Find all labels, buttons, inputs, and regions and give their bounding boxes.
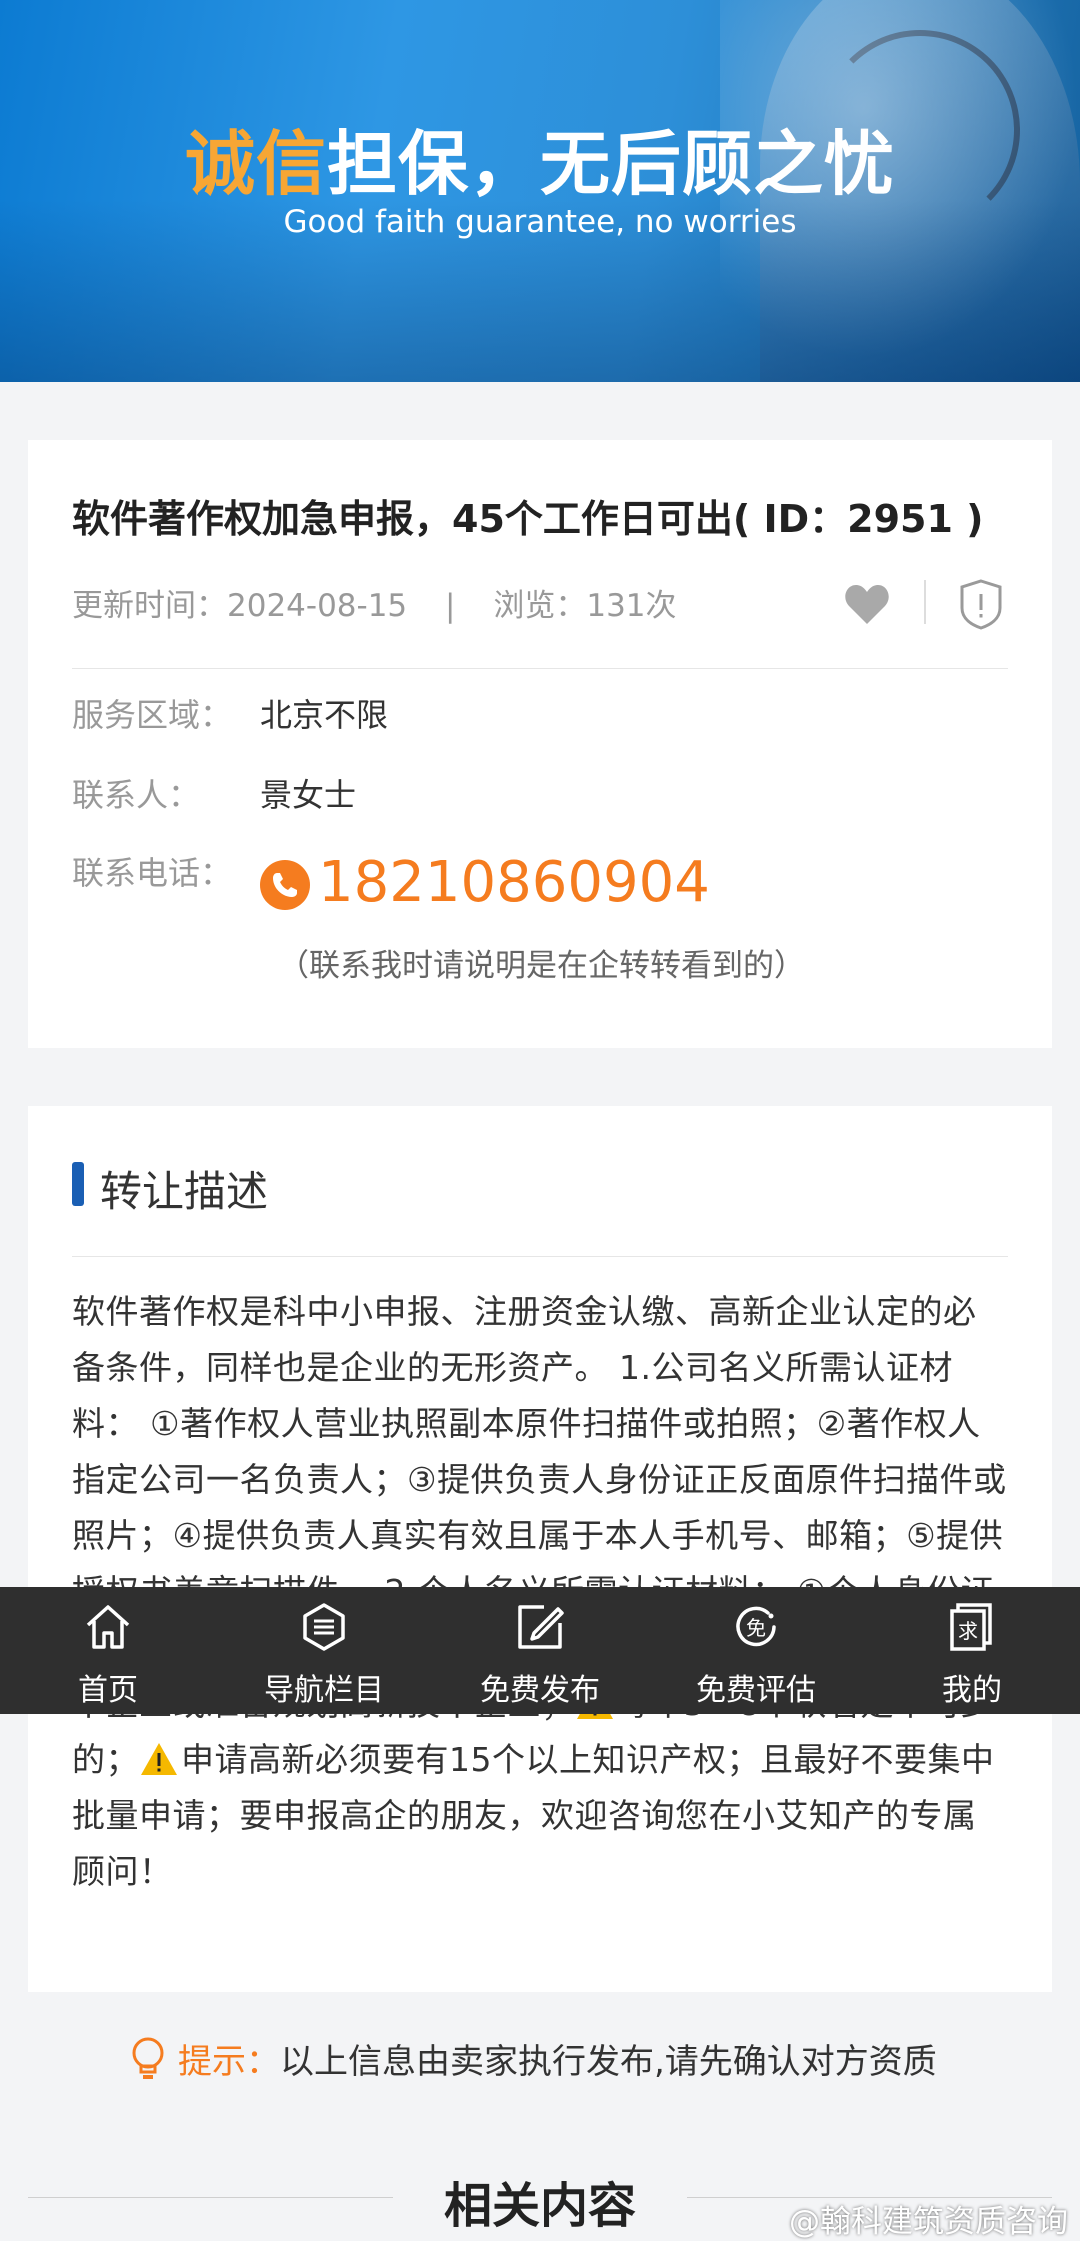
- free-icon: 免: [736, 1606, 776, 1647]
- hero-banner: 诚信担保，无后顾之忧 Good faith guarantee, no worr…: [0, 0, 1080, 382]
- user-icon: 求: [950, 1603, 992, 1651]
- tip-notice: 提示：以上信息由卖家执行发布,请先确认对方资质: [178, 2034, 937, 2083]
- banner-title-highlight: 诚信: [185, 123, 327, 205]
- heart-icon[interactable]: [843, 582, 891, 626]
- listing-meta: 更新时间：2024-08-15 | 浏览：131次: [72, 580, 677, 625]
- nav-publish-label: 免费发布: [480, 1673, 600, 1708]
- nav-categories-label: 导航栏目: [264, 1673, 384, 1708]
- listing-card: 软件著作权加急申报，45个工作日可出( ID：2951 ) 更新时间：2024-…: [28, 440, 1052, 1048]
- icon-divider: [924, 580, 926, 624]
- banner-title: 诚信担保，无后顾之忧: [0, 108, 1080, 209]
- tip-label: 提示：: [178, 2042, 280, 2082]
- report-shield-icon[interactable]: [958, 578, 1004, 630]
- region-label: 服务区域：: [72, 696, 233, 734]
- update-label: 更新时间：: [72, 588, 227, 624]
- nav-evaluate-label: 免费评估: [696, 1673, 816, 1708]
- description-part-c: 申请高新必须要有15个以上知识产权；且最好不要集中批量申请；要申报高企的朋友，欢…: [72, 1740, 995, 1891]
- contact-label: 联系人：: [72, 776, 201, 814]
- tip-text: 以上信息由卖家执行发布,请先确认对方资质: [280, 2042, 937, 2082]
- nav-home[interactable]: 首页: [0, 1587, 216, 1714]
- edit-icon: [518, 1605, 564, 1649]
- divider: [72, 668, 1008, 669]
- nav-mine-label: 我的: [942, 1673, 1002, 1708]
- banner-title-rest: 担保，无后顾之忧: [327, 123, 895, 205]
- views-label: 浏览：: [493, 588, 587, 624]
- svg-text:免: 免: [746, 1616, 766, 1640]
- watermark: @翰科建筑资质咨询: [789, 2204, 1068, 2240]
- home-icon: [86, 1605, 130, 1649]
- section-title: 转让描述: [100, 1167, 269, 1216]
- list-icon: [303, 1603, 345, 1651]
- phone-label: 联系电话：: [72, 854, 233, 892]
- contact-value: 景女士: [260, 776, 357, 814]
- lightbulb-icon: [132, 2037, 164, 2079]
- nav-publish[interactable]: 免费发布: [432, 1587, 648, 1714]
- update-date: 2024-08-15: [227, 588, 408, 624]
- description-card: 转让描述 软件著作权是科中小申报、注册资金认缴、高新企业认定的必备条件，同样也是…: [28, 1106, 1052, 1992]
- nav-home-label: 首页: [78, 1673, 138, 1708]
- phone-number[interactable]: 18210860904: [318, 850, 710, 915]
- banner-subtitle: Good faith guarantee, no worries: [283, 204, 797, 240]
- region-value: 北京不限: [260, 696, 389, 734]
- warning-icon: [141, 1743, 177, 1775]
- bottom-nav: 首页 导航栏目 免费发布 免 免费评估 求 我的: [0, 1587, 1080, 1714]
- phone-note: （联系我时请说明是在企转转看到的）: [278, 948, 805, 984]
- meta-divider: |: [445, 588, 456, 624]
- nav-categories[interactable]: 导航栏目: [216, 1587, 432, 1714]
- views-count: 131次: [586, 588, 677, 624]
- listing-title: 软件著作权加急申报，45个工作日可出( ID：2951 ): [72, 497, 984, 541]
- nav-mine[interactable]: 求 我的: [864, 1587, 1080, 1714]
- phone-icon[interactable]: [260, 860, 310, 910]
- section-divider: [72, 1256, 1008, 1257]
- svg-text:求: 求: [958, 1619, 978, 1643]
- nav-evaluate[interactable]: 免 免费评估: [648, 1587, 864, 1714]
- section-accent-bar: [72, 1162, 84, 1206]
